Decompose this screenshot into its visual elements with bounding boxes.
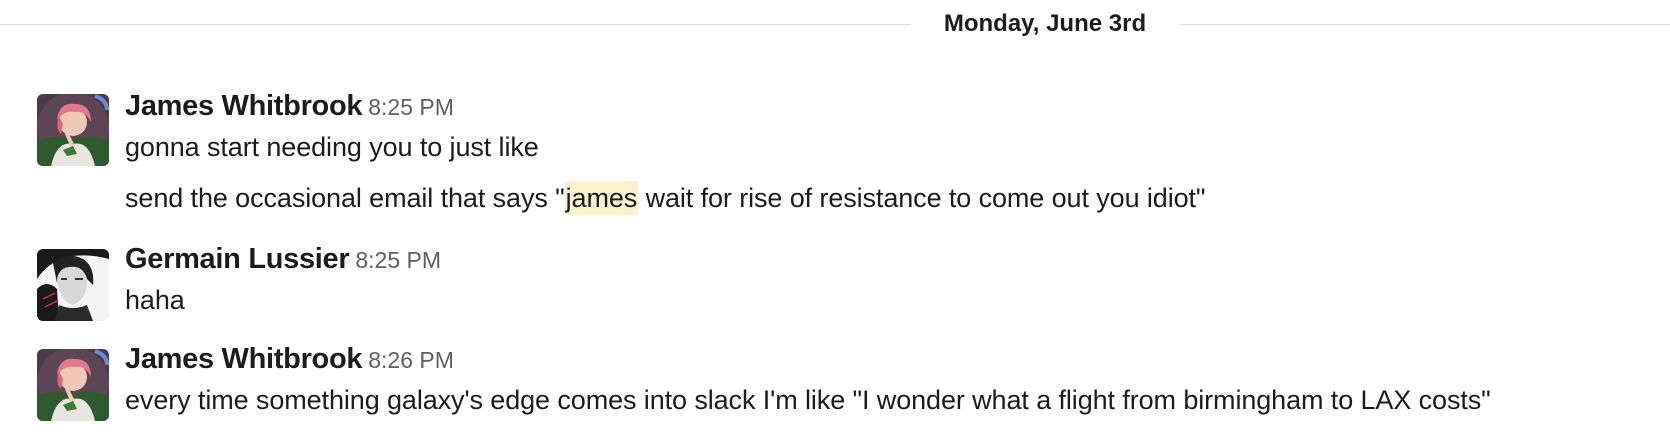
message-text: haha bbox=[125, 285, 185, 315]
sender-name[interactable]: Germain Lussier bbox=[125, 243, 350, 275]
sender-name[interactable]: James Whitbrook bbox=[125, 90, 363, 122]
message-timestamp[interactable]: 8:26 PM bbox=[368, 347, 454, 373]
avatar-james[interactable] bbox=[37, 94, 109, 166]
sender-name[interactable]: James Whitbrook bbox=[125, 343, 363, 375]
message-text: every time something galaxy's edge comes… bbox=[125, 385, 1491, 415]
message-timestamp[interactable]: 8:25 PM bbox=[368, 94, 454, 120]
day-divider: Monday, June 3rd bbox=[0, 8, 1670, 44]
day-divider-label[interactable]: Monday, June 3rd bbox=[920, 10, 1170, 38]
divider-line-right bbox=[1180, 24, 1670, 25]
avatar-james[interactable] bbox=[37, 349, 109, 421]
message-header: James Whitbrook 8:26 PM bbox=[125, 343, 454, 376]
message-text: gonna start needing you to just like bbox=[125, 132, 539, 162]
avatar-germain[interactable] bbox=[37, 249, 109, 321]
highlighted-keyword: james bbox=[564, 181, 639, 215]
divider-line-left bbox=[0, 24, 910, 25]
message-text-part: wait for rise of resistance to come out … bbox=[638, 183, 1206, 213]
message-header: James Whitbrook 8:25 PM bbox=[125, 90, 454, 123]
message-text-part: send the occasional email that says " bbox=[125, 183, 565, 213]
message-text: send the occasional email that says "jam… bbox=[125, 181, 1206, 215]
message-header: Germain Lussier 8:25 PM bbox=[125, 243, 441, 276]
message-timestamp[interactable]: 8:25 PM bbox=[355, 247, 441, 273]
